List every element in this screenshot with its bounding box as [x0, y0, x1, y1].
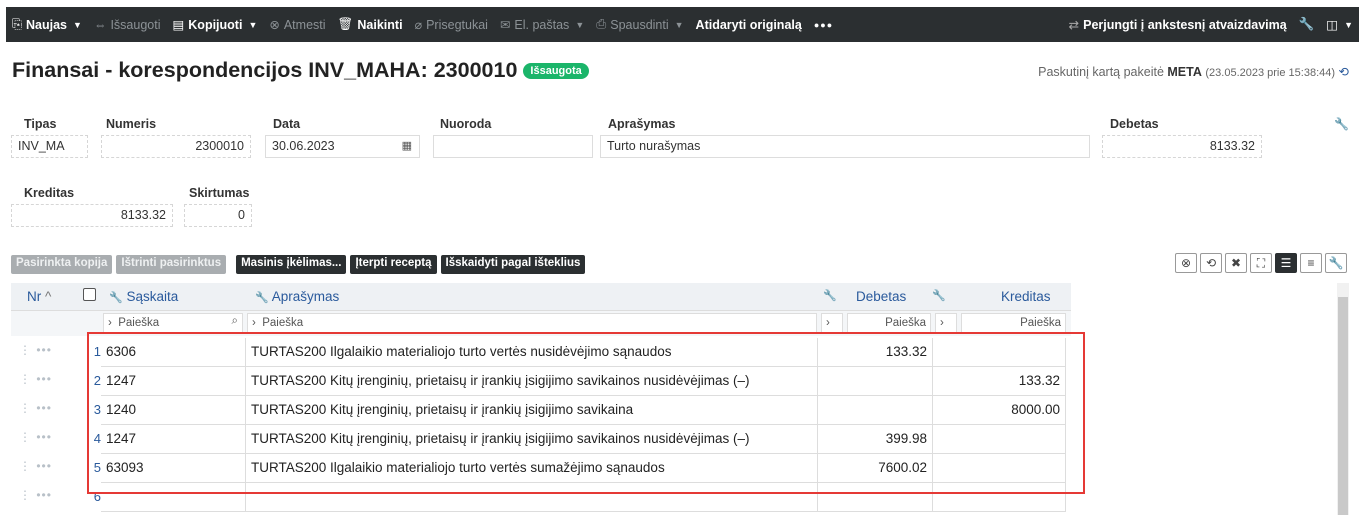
save-icon: ⇔: [93, 17, 107, 32]
numeris-field[interactable]: 2300010: [101, 135, 251, 158]
chevron-down-icon: ▼: [674, 19, 684, 30]
col-aprasymas-header[interactable]: 🔧 Aprašymas: [255, 289, 339, 304]
col-debetas-header[interactable]: Debetas: [856, 289, 906, 304]
attachments-button[interactable]: ⌀ Prisegtukai: [409, 7, 494, 42]
title-row: Finansai - korespondencijos INV_MAHA: 23…: [12, 58, 1359, 90]
form-wrench-icon[interactable]: 🔧: [1334, 117, 1349, 131]
wrench-icon[interactable]: 🔧: [1325, 253, 1347, 273]
chevron-right-icon[interactable]: ›: [935, 313, 957, 334]
debetas-field: 8133.32: [1102, 135, 1262, 158]
print-button[interactable]: ⎙ Spausdinti ▼: [590, 7, 689, 42]
toolbar-bar: ⎘ Naujas ▼ ⇔ Išsaugoti ▤ Kopijuoti ▼ ⊗ Atmesti…: [6, 7, 1359, 42]
col-saskaita-header[interactable]: 🔧 Sąskaita: [109, 289, 178, 304]
kreditas-label: Kreditas: [24, 186, 75, 200]
new-button[interactable]: ⎘ Naujas ▼: [6, 7, 88, 42]
highlight-box: [87, 332, 1085, 494]
delete-button[interactable]: 🗑 Naikinti: [332, 7, 409, 42]
switch-view-button[interactable]: ⇄ Perjungti į ankstesnį atvaizdavimą: [1063, 7, 1293, 42]
drag-handle-icon[interactable]: ⋮ •••: [19, 343, 52, 357]
history-icon[interactable]: ⟲: [1339, 65, 1349, 79]
search-saskaita[interactable]: › Paieška ⌕: [103, 313, 243, 334]
chevron-down-icon: ▼: [73, 19, 82, 30]
clear-icon[interactable]: ⊗: [1175, 253, 1197, 273]
drag-handle-icon[interactable]: ⋮ •••: [19, 401, 52, 415]
grid-header: Nr ^ 🔧 Sąskaita 🔧 Aprašymas 🔧 Debetas 🔧 …: [11, 283, 1071, 311]
insert-recipe-button[interactable]: Įterpti receptą: [350, 255, 437, 274]
skirtumas-field: 0: [184, 204, 252, 227]
layout-icon[interactable]: ◫ ▼: [1320, 7, 1359, 42]
envelope-icon: ✉: [499, 18, 511, 32]
copy-icon: ▤: [172, 18, 185, 32]
select-all-checkbox[interactable]: [83, 288, 96, 301]
nuoroda-field[interactable]: [433, 135, 593, 158]
sort-up-icon: ^: [45, 289, 52, 304]
tipas-label: Tipas: [24, 117, 57, 131]
col-nr-header[interactable]: Nr ^: [27, 289, 51, 304]
calendar-icon[interactable]: ▦: [402, 139, 412, 152]
debetas-label: Debetas: [1110, 117, 1159, 131]
save-button[interactable]: ⇔ Išsaugoti: [88, 7, 167, 42]
email-button[interactable]: ✉ El. paštas ▼: [494, 7, 590, 42]
swap-icon: ⇄: [1068, 18, 1080, 32]
drag-handle-icon[interactable]: ⋮ •••: [19, 430, 52, 444]
wrench-icon: 🔧: [109, 292, 123, 304]
search-aprasymas[interactable]: › Paieška: [247, 313, 817, 334]
trash-icon: 🗑: [337, 17, 354, 31]
list-view-icon[interactable]: ☰: [1275, 253, 1297, 273]
page-title: Finansai - korespondencijos INV_MAHA: 23…: [12, 58, 589, 83]
search-icon: ⌕: [231, 315, 238, 327]
history-icon[interactable]: ⟲: [1200, 253, 1222, 273]
excel-icon[interactable]: ✖: [1225, 253, 1247, 273]
aprasymas-field[interactable]: Turto nurašymas: [600, 135, 1090, 158]
more-button[interactable]: ●●●: [808, 7, 839, 42]
wrench-icon[interactable]: 🔧: [823, 289, 837, 302]
status-badge: Išsaugota: [523, 63, 589, 79]
data-label: Data: [273, 117, 301, 131]
skirtumas-label: Skirtumas: [189, 186, 250, 200]
vertical-scrollbar[interactable]: [1337, 283, 1349, 515]
wrench-icon[interactable]: 🔧: [1293, 7, 1321, 42]
last-changed: Paskutinį kartą pakeitė META (23.05.2023…: [1038, 65, 1349, 79]
new-doc-icon: ⎘: [12, 17, 23, 31]
grid-icon-buttons: ⊗ ⟲ ✖ ⛶ ☰ ≡ 🔧: [1175, 253, 1347, 273]
toolbar: ⎘ Naujas ▼ ⇔ Išsaugoti ▤ Kopijuoti ▼ ⊗ Atmesti…: [0, 0, 1359, 50]
paperclip-icon: ⌀: [414, 18, 423, 32]
split-resources-button[interactable]: Išskaidyti pagal išteklius: [440, 255, 586, 274]
bulk-import-button[interactable]: Masinis įkėlimas...: [236, 255, 347, 274]
selected-copy-button[interactable]: Pasirinkta kopija: [11, 255, 113, 274]
numeris-label: Numeris: [106, 117, 157, 131]
chevron-down-icon: ▼: [248, 19, 258, 30]
wrench-icon: 🔧: [255, 292, 269, 304]
printer-icon: ⎙: [596, 17, 607, 31]
compact-view-icon[interactable]: ≡: [1300, 253, 1322, 273]
chevron-right-icon[interactable]: ›: [821, 313, 843, 334]
scrollbar-thumb[interactable]: [1338, 297, 1348, 515]
col-kreditas-header[interactable]: Kreditas: [1001, 289, 1051, 304]
cancel-icon: ⊗: [269, 18, 280, 32]
expand-icon[interactable]: ⛶: [1250, 253, 1272, 273]
chevron-down-icon: ▼: [575, 19, 585, 30]
wrench-icon[interactable]: 🔧: [932, 289, 946, 302]
search-kreditas[interactable]: Paieška: [961, 313, 1066, 334]
aprasymas-label: Aprašymas: [608, 117, 676, 131]
kreditas-field: 8133.32: [11, 204, 173, 227]
nuoroda-label: Nuoroda: [440, 117, 492, 131]
delete-selected-button[interactable]: Ištrinti pasirinktus: [116, 255, 227, 274]
date-field[interactable]: 30.06.2023 ▦: [265, 135, 420, 158]
cancel-button[interactable]: ⊗ Atmesti: [263, 7, 331, 42]
open-original-button[interactable]: Atidaryti originalą: [690, 7, 808, 42]
tipas-field[interactable]: INV_MA: [11, 135, 88, 158]
chevron-down-icon: ▼: [1344, 19, 1353, 30]
search-debetas[interactable]: Paieška: [847, 313, 931, 334]
copy-button[interactable]: ▤ Kopijuoti ▼: [166, 7, 263, 42]
drag-handle-icon[interactable]: ⋮ •••: [19, 459, 52, 473]
drag-handle-icon[interactable]: ⋮ •••: [19, 488, 52, 502]
grid-actions: Pasirinkta kopija Ištrinti pasirinktus M…: [11, 255, 586, 274]
drag-handle-icon[interactable]: ⋮ •••: [19, 372, 52, 386]
